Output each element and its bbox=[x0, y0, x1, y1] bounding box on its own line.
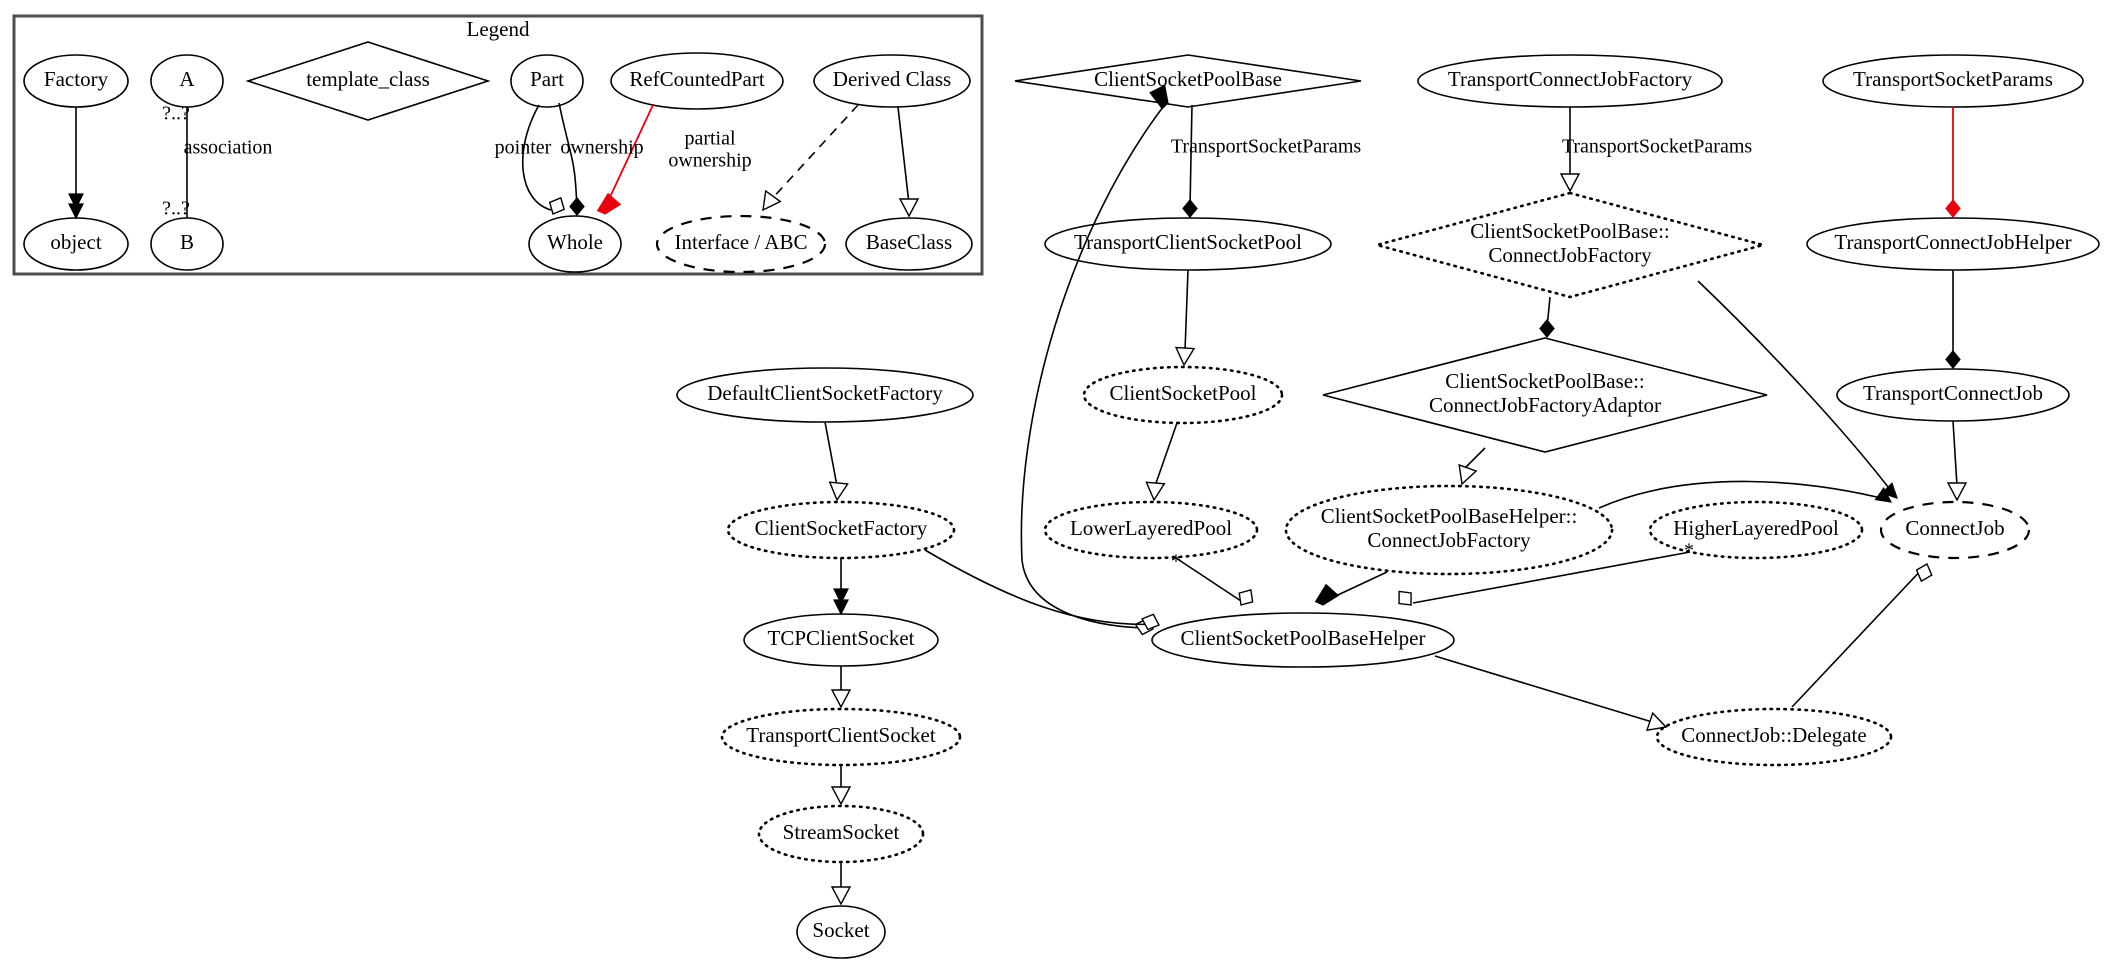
inheritance-arrowhead-csp bbox=[1174, 346, 1196, 367]
node-label-lg_factory: Factory bbox=[44, 67, 109, 91]
ownership-diamond-tcsp bbox=[1182, 199, 1198, 218]
pointer-diamond-connectjob-delegate bbox=[1915, 562, 1933, 583]
legend-edge-inheritance bbox=[897, 106, 910, 205]
node-label-ClientSocketPoolBase_ConnectJobFactoryAdaptor: ClientSocketPoolBase:: ConnectJobFactoryA… bbox=[1429, 369, 1661, 417]
node-label-ClientSocketPoolBaseHelper: ClientSocketPoolBaseHelper bbox=[1181, 626, 1426, 650]
main-edge-label-3: * bbox=[1684, 540, 1694, 562]
node-label-ClientSocketPool: ClientSocketPool bbox=[1110, 381, 1257, 405]
node-label-TransportConnectJobFactory: TransportConnectJobFactory bbox=[1448, 67, 1693, 91]
node-label-lg_interface: Interface / ABC bbox=[675, 230, 808, 254]
node-label-TransportClientSocket: TransportClientSocket bbox=[746, 723, 936, 747]
main-edge-label-0: TransportSocketParams bbox=[1171, 136, 1362, 158]
edge-adaptor-helpercjf bbox=[1462, 447, 1486, 471]
node-label-TransportClientSocketPool: TransportClientSocketPool bbox=[1074, 230, 1302, 254]
node-label-DefaultClientSocketFactory: DefaultClientSocketFactory bbox=[707, 381, 943, 405]
edge-dcsf-csf bbox=[824, 421, 838, 487]
partial-ownership-diamond-tcjh bbox=[1945, 199, 1961, 218]
ownership-block-helper bbox=[1314, 583, 1340, 606]
inheritance-arrowhead-helpercjf bbox=[1458, 463, 1478, 486]
node-label-lg_whole: Whole bbox=[547, 230, 603, 254]
pointer-diamond-hlp-helper bbox=[1398, 590, 1412, 606]
node-label-ClientSocketFactory: ClientSocketFactory bbox=[755, 516, 928, 540]
node-label-lg_a: A bbox=[179, 67, 195, 91]
inheritance-arrowhead-connectjob bbox=[1946, 482, 1968, 502]
legend-partial-ownership-block bbox=[596, 192, 622, 215]
inheritance-arrowhead-cspbcjf bbox=[1559, 173, 1581, 193]
node-label-ClientSocketPoolBase_ConnectJobFactory: ClientSocketPoolBase:: ConnectJobFactory bbox=[1470, 219, 1670, 267]
node-label-Socket: Socket bbox=[812, 918, 869, 942]
edge-csp-llp bbox=[1154, 422, 1178, 487]
node-label-StreamSocket: StreamSocket bbox=[783, 820, 900, 844]
legend-implements-arrowhead bbox=[762, 189, 782, 212]
legend-edge-label-1: ?..? bbox=[162, 103, 190, 125]
legend-edge-label-6: ownership bbox=[668, 150, 751, 172]
node-label-lg_refcounted: RefCountedPart bbox=[629, 67, 764, 91]
legend-ownership-diamond bbox=[569, 197, 585, 216]
node-label-lg_part: Part bbox=[530, 67, 564, 91]
legend-inheritance-arrowhead bbox=[898, 198, 920, 218]
legend-pointer-diamond bbox=[548, 196, 565, 215]
node-label-ConnectJob: ConnectJob bbox=[1905, 516, 2004, 540]
inheritance-arrowhead-delegate bbox=[1646, 711, 1668, 732]
inheritance-arrowhead-socket bbox=[830, 886, 852, 906]
node-label-lg_b: B bbox=[180, 230, 194, 254]
inheritance-arrowhead-csf bbox=[828, 481, 849, 502]
ownership-diamond-adaptor bbox=[1539, 319, 1555, 338]
node-label-lg_template: template_class bbox=[306, 67, 430, 91]
edge-llp-helper bbox=[1172, 555, 1242, 602]
node-label-ConnectJob_Delegate: ConnectJob::Delegate bbox=[1681, 723, 1866, 747]
pointer-diamond-llp-helper bbox=[1238, 589, 1254, 606]
diagram-canvas: Legend Factory object A Btemplate_class Part W… bbox=[0, 0, 2106, 961]
edge-connectjob-delegate bbox=[1791, 565, 1926, 708]
node-label-TCPClientSocket: TCPClientSocket bbox=[768, 626, 915, 650]
ownership-diamond-tcj bbox=[1945, 350, 1961, 369]
legend-edge-label-4: ownership bbox=[560, 137, 643, 159]
node-label-LowerLayeredPool: LowerLayeredPool bbox=[1070, 516, 1232, 540]
node-label-TransportConnectJob: TransportConnectJob bbox=[1863, 381, 2043, 405]
node-label-lg_derived: Derived Class bbox=[833, 67, 951, 91]
edge-tcj-connectjob bbox=[1952, 420, 1958, 487]
legend-edge-label-5: partial bbox=[684, 128, 736, 150]
main-edge-label-1: TransportSocketParams bbox=[1562, 136, 1753, 158]
inheritance-arrowhead-llp bbox=[1145, 481, 1166, 502]
node-label-lg_object: object bbox=[50, 230, 101, 254]
edge-tcsp-csp bbox=[1184, 269, 1189, 352]
inheritance-arrowhead-streamsocket bbox=[830, 786, 852, 806]
node-label-lg_baseclass: BaseClass bbox=[866, 230, 952, 254]
node-label-TransportSocketParams: TransportSocketParams bbox=[1853, 67, 2053, 91]
legend-edge-label-2: ?..? bbox=[162, 198, 190, 220]
inheritance-arrowhead-transportsocket bbox=[830, 689, 852, 709]
legend-title: Legend bbox=[467, 17, 530, 41]
legend-edge-implements bbox=[768, 104, 859, 203]
node-label-ClientSocketPoolBase: ClientSocketPoolBase bbox=[1094, 67, 1282, 91]
main-edge-label-2: * bbox=[1171, 551, 1181, 573]
node-label-TransportConnectJobHelper: TransportConnectJobHelper bbox=[1834, 230, 2071, 254]
legend-edge-label-3: pointer bbox=[495, 137, 552, 159]
edge-csf-helper bbox=[924, 549, 1158, 626]
edge-helper-delegate bbox=[1434, 655, 1663, 726]
uml-collaboration-diagram: Legend Factory object A Btemplate_class Part W… bbox=[12, 14, 2100, 959]
legend-edge-label-0: association bbox=[184, 137, 273, 159]
node-label-HigherLayeredPool: HigherLayeredPool bbox=[1673, 516, 1839, 540]
